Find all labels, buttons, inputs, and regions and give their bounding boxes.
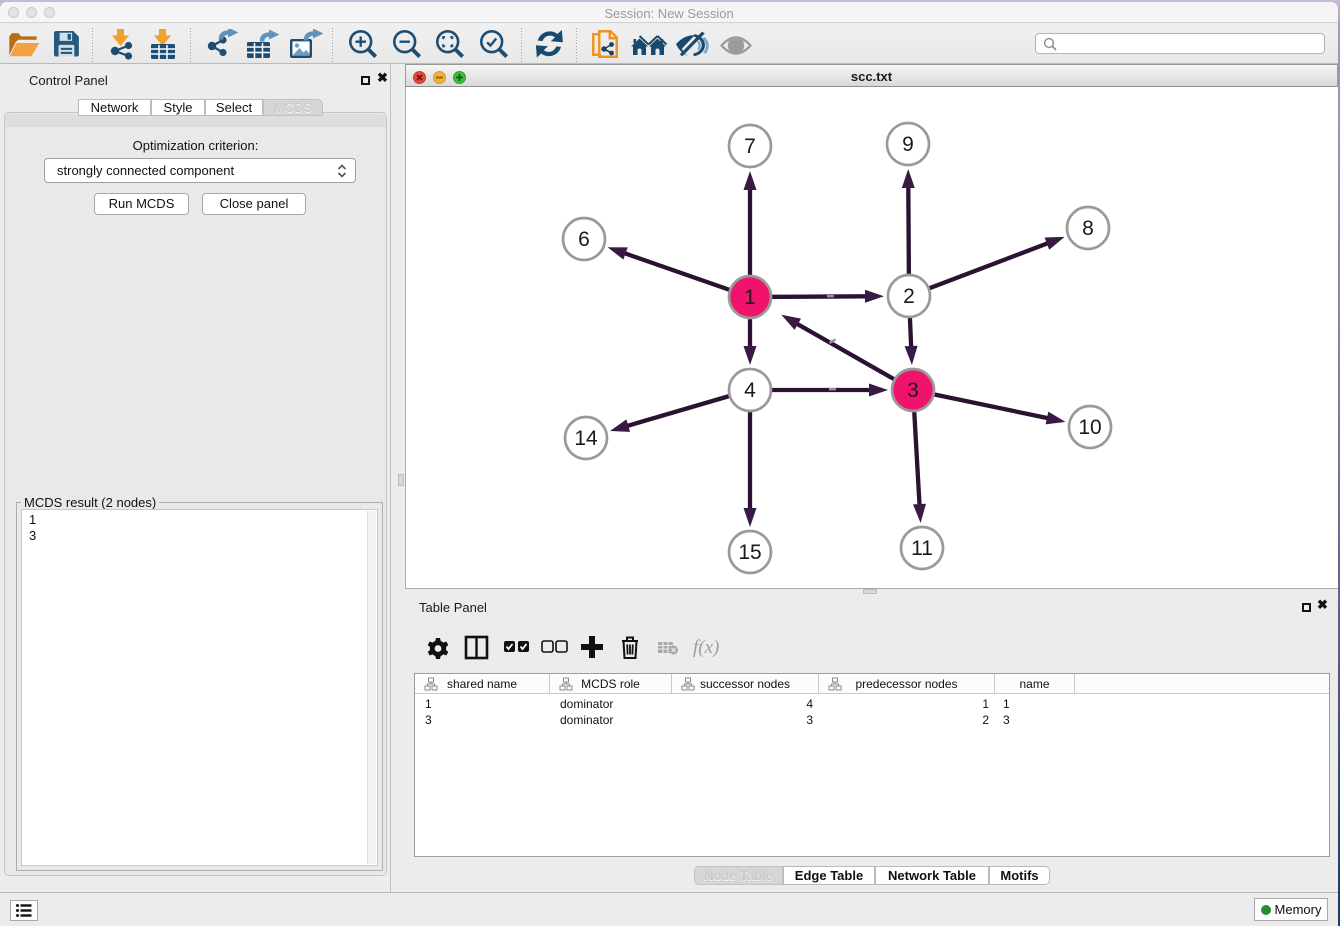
svg-text:7: 7 bbox=[744, 135, 756, 158]
svg-text:8: 8 bbox=[1082, 217, 1094, 240]
svg-text:2: 2 bbox=[903, 285, 915, 308]
svg-text:4: 4 bbox=[744, 379, 756, 402]
svg-text:11: 11 bbox=[911, 537, 933, 560]
svg-text:14: 14 bbox=[574, 427, 598, 450]
svg-text:1: 1 bbox=[744, 286, 756, 309]
svg-text:6: 6 bbox=[578, 228, 590, 251]
svg-text:15: 15 bbox=[738, 541, 761, 564]
svg-text:10: 10 bbox=[1078, 416, 1101, 439]
svg-text:f(x): f(x) bbox=[693, 637, 719, 658]
svg-text:9: 9 bbox=[902, 133, 914, 156]
svg-text:3: 3 bbox=[907, 379, 919, 402]
